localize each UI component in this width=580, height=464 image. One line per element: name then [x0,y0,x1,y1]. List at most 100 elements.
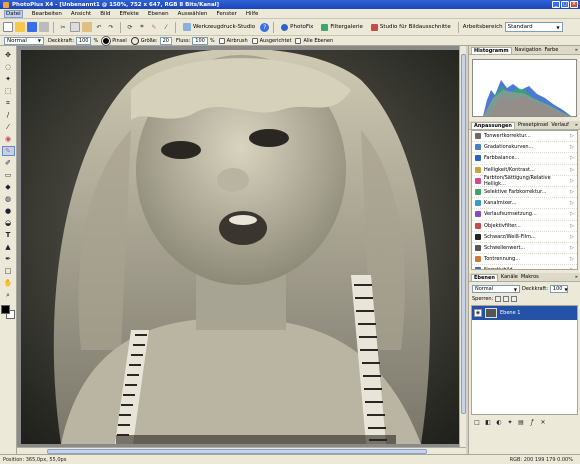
color-swatches[interactable] [1,305,15,319]
werkzeugdruck-studio-button[interactable]: Werkzeugdruck-Studio [180,22,258,33]
layer-blend-dropdown[interactable]: Normal ▼ [472,285,520,293]
eye-icon[interactable]: ◉ [474,309,482,317]
play-icon[interactable]: ▷ [570,223,574,229]
clone-tool-icon[interactable]: ✎ [1,146,15,156]
play-icon[interactable]: ▷ [570,155,574,161]
menu-ebenen[interactable]: Ebenen [148,11,169,17]
play-icon[interactable]: ▷ [570,200,574,206]
adjustment-item[interactable]: Kanalmixer... ▷ [472,198,577,210]
vertical-scroll-thumb[interactable] [461,54,466,414]
layer-row[interactable]: ◉ Ebene 1 [472,306,577,320]
menu-hilfe[interactable]: Hilfe [246,11,259,17]
horizontal-scrollbar[interactable] [17,447,466,454]
filtergalerie-button[interactable]: Filtergalerie [318,22,365,33]
adjustment-layer-icon[interactable]: ◐ [495,418,503,426]
open-folder-icon[interactable] [15,22,25,32]
menu-fenster[interactable]: Fenster [217,11,237,17]
menu-datei[interactable]: Datei [4,9,23,18]
layer-deckkraft-input[interactable]: 100 ▼ [549,285,568,293]
magic-wand-icon[interactable]: ✦ [2,74,15,84]
adjustment-item[interactable]: Farbton/Sättigung/Relative Helligk... ▷ [472,175,577,187]
help-icon[interactable]: ? [260,22,270,32]
tab-histogramm[interactable]: Histogramm [471,46,512,54]
studio-bildausschnitte-button[interactable]: Studio für Bildausschnitte [368,22,454,33]
play-icon[interactable]: ▷ [570,189,574,195]
fluss-input[interactable]: 100 [192,36,208,45]
minimize-button[interactable]: _ [552,1,560,8]
vertical-scrollbar[interactable] [459,46,466,447]
selection-tool-icon[interactable]: ⬚ [2,86,15,96]
tab-ebenen[interactable]: Ebenen [471,273,498,281]
menu-auswaehlen[interactable]: Auswählen [178,11,208,17]
mask-icon[interactable]: ◧ [484,418,492,426]
tab-makros[interactable]: Makros [521,274,539,280]
zoom-tool-icon[interactable]: ⌕ [2,290,15,300]
lock-transparency-icon[interactable] [495,295,502,302]
red-eye-tool-icon[interactable]: ◉ [2,134,15,144]
play-icon[interactable]: ▷ [570,167,574,173]
layer-effects-icon[interactable]: ✦ [506,418,514,426]
adjustment-item[interactable]: Tonwertkorrektur... ▷ [472,131,577,143]
tab-farbe[interactable]: Farbe [545,47,559,53]
blur-tool-icon[interactable]: ◍ [2,194,15,204]
copy-icon[interactable] [70,22,80,32]
adjustment-item[interactable]: Verlaufsumsetzung... ▷ [472,209,577,221]
straighten-tool-icon[interactable]: ∕ [2,110,15,120]
new-layer-icon[interactable]: □ [473,418,481,426]
play-icon[interactable]: ▷ [570,256,574,262]
tab-presetpinsel[interactable]: Presetpinsel [518,122,548,128]
brush-tip-icon[interactable] [130,36,139,45]
dodge-tool-icon[interactable]: ● [2,206,15,216]
menu-bearbeiten[interactable]: Bearbeiten [32,11,62,17]
shape-tool-icon[interactable]: ▲ [2,242,15,252]
alle-ebenen-toggle[interactable]: Alle Ebenen [295,37,333,44]
tab-anpassungen[interactable]: Anpassungen [471,121,515,129]
panel-menu-icon[interactable]: ▸ [575,47,578,53]
text-tool-icon[interactable]: T [2,230,15,240]
hand-tool-icon[interactable]: ✋ [2,278,15,288]
adjustment-item[interactable]: Farbbalance... ▷ [472,153,577,165]
eraser-tool-icon[interactable]: ▭ [2,170,15,180]
eyedropper-icon[interactable]: ⁄ [161,22,171,32]
tab-navigation[interactable]: Navigation [515,47,542,53]
move-tool-icon[interactable]: ✥ [2,50,15,60]
play-icon[interactable]: ▷ [570,133,574,139]
pinsel-icon[interactable] [101,35,112,46]
cut-icon[interactable]: ✂ [58,22,68,32]
fx-icon[interactable]: ƒ [528,418,536,426]
brush-tool-icon[interactable]: ✐ [2,158,15,168]
play-icon[interactable]: ▷ [570,144,574,150]
photofix-button[interactable]: PhotoFix [278,22,316,33]
print-icon[interactable] [39,22,49,32]
rectangle-tool-icon[interactable]: □ [2,266,15,276]
groesse-input[interactable]: 20 [159,36,172,45]
lasso-tool-icon[interactable]: ◌ [2,62,15,72]
sponge-tool-icon[interactable]: ◒ [2,218,15,228]
menu-ansicht[interactable]: Ansicht [71,11,91,17]
lock-all-icon[interactable] [511,295,518,302]
foreground-color-swatch[interactable] [1,305,10,314]
undo-icon[interactable]: ↶ [94,22,104,32]
close-button[interactable]: × [570,1,578,8]
new-file-icon[interactable] [3,22,13,32]
paste-icon[interactable] [82,22,92,32]
adjustment-item[interactable]: Schwarz/Weiß-Film... ▷ [472,232,577,243]
blend-mode-dropdown[interactable]: Normal ▼ [4,36,44,45]
panel-menu-icon[interactable]: ▸ [575,274,578,280]
deckkraft-input[interactable]: 100 [75,36,92,45]
adjustment-item[interactable]: Gradationskurven... ▷ [472,142,577,154]
crop-tool-icon[interactable]: ⌗ [2,98,15,108]
play-icon[interactable]: ▷ [570,178,574,184]
airbrush-toggle[interactable]: Airbrush [218,37,248,44]
eyedropper-tool-icon[interactable]: ⁄ [2,122,15,132]
panel-menu-icon[interactable]: ▸ [575,122,578,128]
tab-verlauf[interactable]: Verlauf [551,122,569,128]
brush-icon[interactable]: ✎ [149,22,159,32]
photo-canvas[interactable] [21,50,459,444]
ausgerichtet-toggle[interactable]: Ausgerichtet [251,37,291,44]
play-icon[interactable]: ▷ [570,234,574,240]
canvas-area[interactable] [17,46,466,454]
rotate-icon[interactable]: ⟳ [125,22,135,32]
adjustment-item[interactable]: Schwellenwert... ▷ [472,243,577,255]
delete-layer-icon[interactable]: ✕ [539,418,547,426]
